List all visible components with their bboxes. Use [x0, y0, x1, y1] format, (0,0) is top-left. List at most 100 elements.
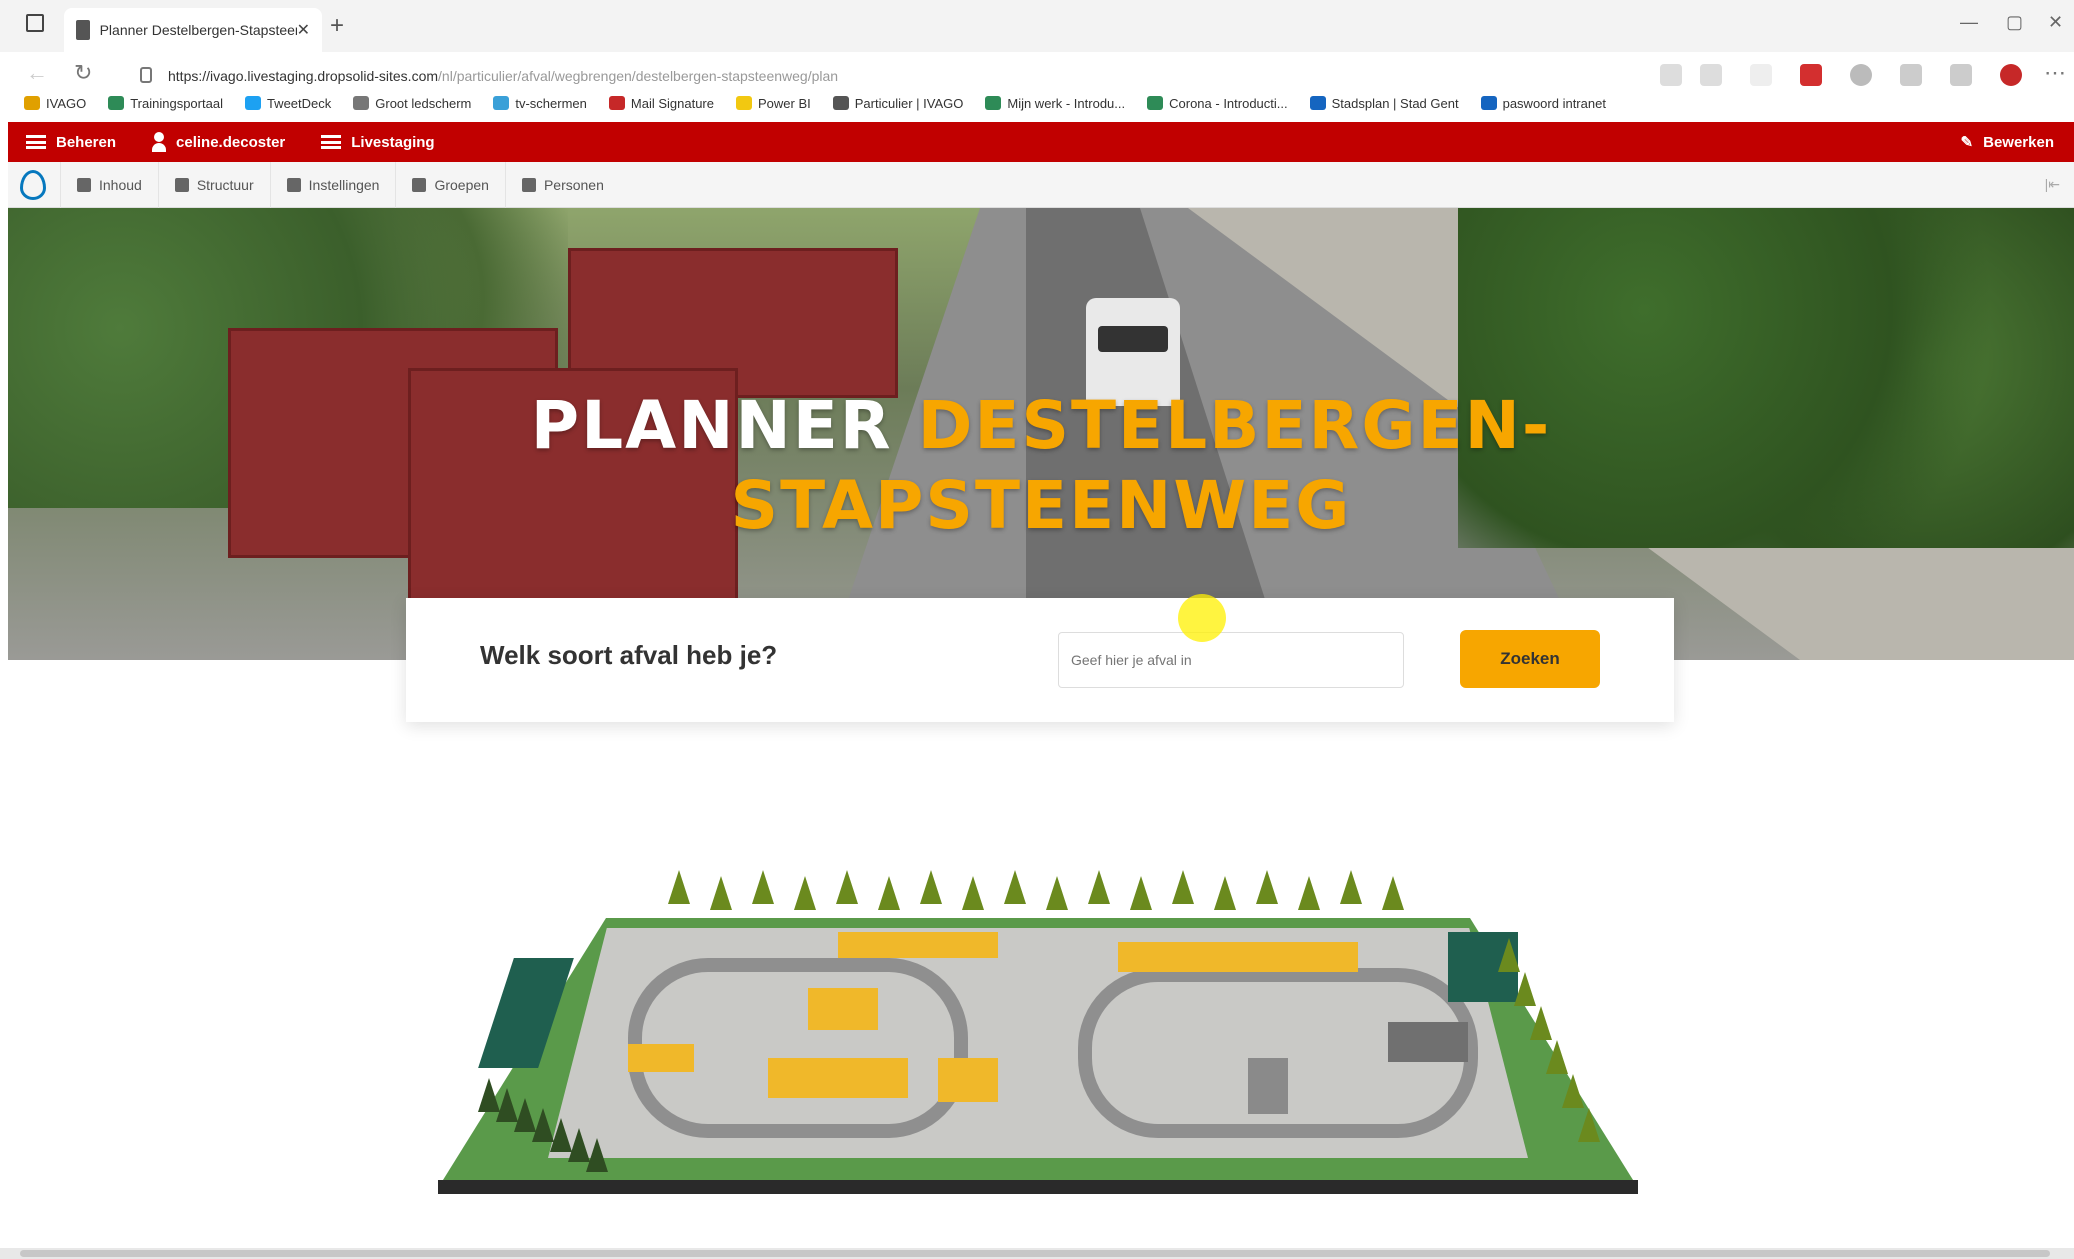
- collections-icon[interactable]: [1950, 64, 1972, 86]
- tree-icon: [1340, 870, 1362, 904]
- extension-red-icon[interactable]: [1800, 64, 1822, 86]
- tree-icon: [1130, 876, 1152, 910]
- bookmark-label: Particulier | IVAGO: [854, 95, 964, 111]
- wrench-icon: [286, 177, 301, 192]
- tree-icon: [1256, 870, 1278, 904]
- title-orange-line1: DESTELBERGEN-: [917, 387, 1552, 464]
- file-icon: [77, 177, 91, 192]
- tree-icon: [836, 870, 858, 904]
- address-bar-row: ← ↻ https://ivago.livestaging.dropsolid-…: [0, 52, 2074, 130]
- close-window-icon[interactable]: ✕: [2048, 12, 2063, 33]
- tab-title: Planner Destelbergen-Stapsteen: [99, 22, 297, 38]
- people-icon: [521, 177, 536, 192]
- bookmark-item[interactable]: Corona - Introducti...: [1147, 96, 1288, 111]
- search-button[interactable]: Zoeken: [1460, 630, 1600, 688]
- container-row: [838, 932, 998, 958]
- container-row: [1118, 942, 1358, 972]
- environment-label: Livestaging: [351, 133, 435, 151]
- bookmark-item[interactable]: Mijn werk - Introdu...: [985, 96, 1125, 111]
- shed: [1388, 1022, 1468, 1062]
- new-tab-icon[interactable]: +: [330, 12, 344, 40]
- menu-item-people[interactable]: Personen: [504, 161, 620, 208]
- bookmark-item[interactable]: TweetDeck: [244, 96, 331, 111]
- bookmark-label: Stadsplan | Stad Gent: [1331, 95, 1459, 111]
- drupal-drop-icon[interactable]: [20, 169, 46, 200]
- search-question: Welk soort afval heb je?: [480, 640, 778, 670]
- bookmark-item[interactable]: tv-schermen: [493, 96, 587, 111]
- menu-item-label: Inhoud: [99, 176, 142, 193]
- menu-item-content[interactable]: Inhoud: [60, 161, 158, 208]
- bookmark-icon: [608, 96, 625, 110]
- title-white: PLANNER: [530, 387, 918, 464]
- bookmark-icon: [24, 96, 40, 110]
- tree-icon: [1382, 876, 1404, 910]
- tree-icon: [1088, 870, 1110, 904]
- menu-item-structure[interactable]: Structuur: [157, 161, 270, 208]
- manage-label: Beheren: [56, 133, 117, 151]
- tree-icon: [1514, 972, 1536, 1006]
- bookmark-item[interactable]: paswoord intranet: [1480, 96, 1606, 111]
- read-aloud-icon[interactable]: [1660, 64, 1682, 86]
- url-host: https://ivago.livestaging.dropsolid-site…: [168, 68, 439, 84]
- favorite-star-icon[interactable]: [1700, 64, 1722, 86]
- favorites-icon[interactable]: [1900, 64, 1922, 86]
- menu-item-configuration[interactable]: Instellingen: [269, 161, 396, 208]
- building-icon: [412, 177, 427, 192]
- scrollbar-thumb[interactable]: [20, 1250, 2050, 1257]
- browser-tab[interactable]: Planner Destelbergen-Stapsteen ✕: [64, 8, 322, 52]
- extension-circle-icon[interactable]: [1850, 64, 1872, 86]
- more-options-icon[interactable]: ⋯: [2044, 60, 2066, 86]
- bookmark-item[interactable]: Groot ledscherm: [353, 96, 471, 111]
- bookmark-item[interactable]: Power BI: [736, 96, 811, 111]
- tree-icon: [710, 876, 732, 910]
- bookmark-label: Mijn werk - Introdu...: [1007, 95, 1126, 111]
- tree-icon: [586, 1138, 608, 1172]
- maximize-icon[interactable]: ▢: [2006, 12, 2023, 33]
- container-block: [768, 1058, 908, 1098]
- tray-orientation-icon[interactable]: |⇤: [2045, 176, 2074, 193]
- bookmark-item[interactable]: IVAGO: [24, 96, 86, 111]
- site-base-edge: [438, 1180, 1638, 1194]
- container-block: [938, 1058, 998, 1102]
- user-menu[interactable]: celine.decoster: [134, 122, 303, 162]
- tree-icon: [668, 870, 690, 904]
- bookmark-item[interactable]: Trainingsportaal: [108, 96, 223, 111]
- tree-icon: [1498, 938, 1520, 972]
- tree-icon: [878, 876, 900, 910]
- refresh-icon[interactable]: ↻: [74, 60, 92, 86]
- tree-icon: [1214, 876, 1236, 910]
- tab-actions-icon[interactable]: [26, 14, 44, 32]
- bookmark-item[interactable]: Mail Signature: [608, 96, 714, 111]
- menu-item-label: Structuur: [196, 176, 254, 193]
- sitemap-icon: [174, 177, 189, 192]
- bookmark-item[interactable]: Stadsplan | Stad Gent: [1309, 95, 1459, 111]
- extension-icon[interactable]: [1750, 64, 1772, 86]
- site-map-illustration[interactable]: [438, 858, 1638, 1208]
- minimize-icon[interactable]: —: [1960, 12, 1978, 33]
- edit-button[interactable]: ✎ Bewerken: [1943, 122, 2074, 162]
- tree-icon: [1004, 870, 1026, 904]
- manage-menu[interactable]: Beheren: [8, 122, 134, 162]
- bookmark-icon: [108, 96, 125, 110]
- profile-avatar-icon[interactable]: [2000, 64, 2022, 86]
- bookmark-item[interactable]: Particulier | IVAGO: [832, 95, 964, 111]
- bookmark-label: Groot ledscherm: [375, 95, 472, 111]
- menu-item-groups[interactable]: Groepen: [395, 161, 504, 208]
- building: [1248, 1058, 1288, 1114]
- tree-icon: [962, 876, 984, 910]
- menu-item-label: Groepen: [434, 176, 489, 193]
- tree-icon: [920, 870, 942, 904]
- bookmark-icon: [244, 96, 261, 110]
- environment-menu[interactable]: Livestaging: [303, 122, 452, 162]
- bookmark-label: IVAGO: [46, 95, 87, 111]
- bookmark-label: Corona - Introducti...: [1169, 95, 1288, 111]
- horizontal-scrollbar[interactable]: [0, 1248, 2074, 1259]
- bookmark-icon: [1309, 96, 1326, 110]
- bookmark-icon: [832, 96, 849, 110]
- waste-search-input[interactable]: [1058, 632, 1404, 688]
- bookmark-icon: [1480, 96, 1497, 110]
- hamburger-icon: [26, 135, 46, 149]
- tab-close-icon[interactable]: ✕: [297, 20, 310, 40]
- hero-banner: PLANNER DESTELBERGEN- STAPSTEENWEG: [8, 208, 2074, 660]
- back-icon[interactable]: ←: [26, 60, 48, 86]
